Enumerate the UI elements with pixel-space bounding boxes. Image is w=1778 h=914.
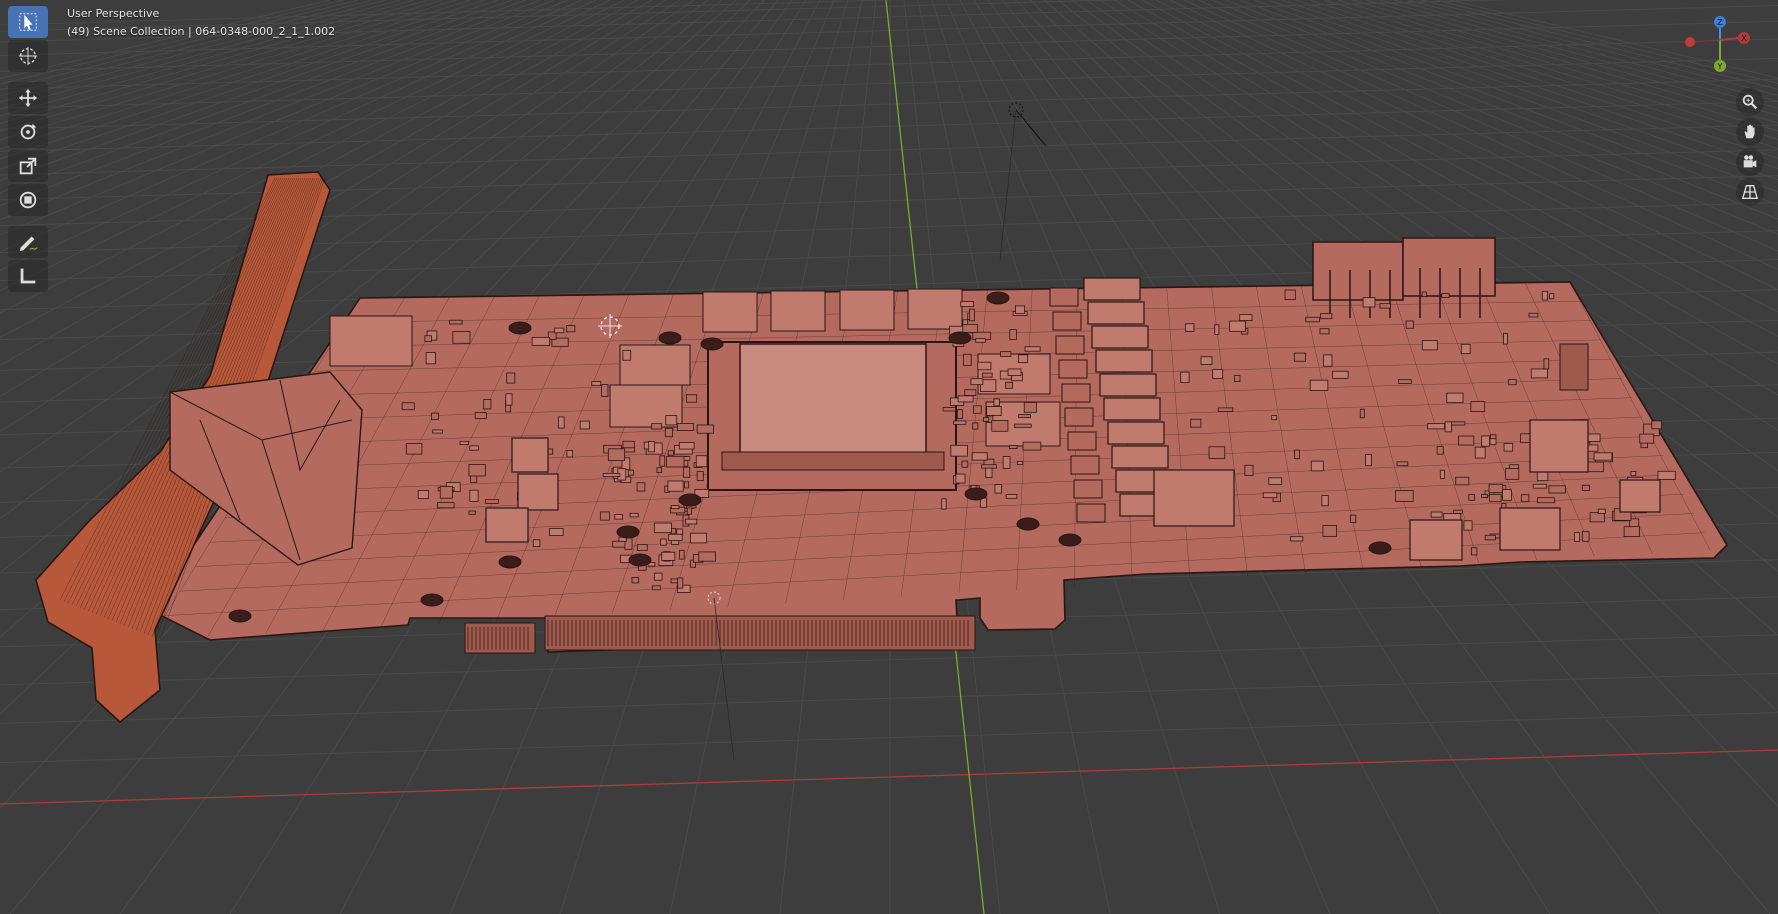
3d-viewport[interactable]: User Perspective (49) Scene Collection |… (0, 0, 1778, 914)
cursor-icon (19, 13, 37, 31)
move-icon (18, 88, 38, 108)
camera-view-button[interactable] (1736, 148, 1764, 176)
zoom-button[interactable] (1736, 88, 1764, 116)
annotate-tool[interactable] (8, 226, 48, 258)
perspective-toggle-button[interactable] (1736, 178, 1764, 206)
pcb-model[interactable] (35, 171, 1729, 724)
rotate-tool[interactable] (8, 116, 48, 148)
side-connector (1559, 343, 1589, 391)
navigation-gizmo[interactable]: Z X Y (1680, 10, 1776, 80)
measure-tool[interactable] (8, 260, 48, 292)
scale-icon (19, 157, 37, 175)
memory-chip (770, 290, 826, 332)
magnifier-icon (1742, 94, 1758, 110)
power-connector-2 (1402, 237, 1496, 297)
gizmo-x-label: X (1741, 34, 1747, 43)
transform-tool[interactable] (8, 184, 48, 216)
hand-icon (1744, 124, 1755, 139)
gizmo-y-label: Y (1717, 62, 1723, 71)
memory-chip (907, 288, 963, 330)
move-tool[interactable] (8, 82, 48, 114)
scene-collection-info: (49) Scene Collection | 064-0348-000_2_1… (67, 25, 336, 38)
io-connector-top (329, 315, 413, 367)
x-axis-line (0, 749, 1778, 805)
gizmo-z-label: Z (1717, 18, 1723, 27)
cursor-tool[interactable] (8, 40, 48, 72)
pan-button[interactable] (1736, 118, 1764, 146)
tool-shelf (8, 6, 48, 294)
rotate-icon (20, 123, 37, 140)
scale-tool[interactable] (8, 150, 48, 182)
target-icon (18, 46, 38, 66)
viewport-scene[interactable] (0, 0, 1778, 914)
gizmo-neg-x-axis[interactable] (1685, 37, 1695, 47)
camera-icon (1743, 155, 1757, 168)
select-box-tool[interactable] (8, 6, 48, 38)
memory-chip (702, 291, 758, 333)
transform-icon (19, 191, 37, 209)
grid-icon (1741, 185, 1759, 199)
memory-chip (839, 289, 895, 331)
view-name: User Perspective (67, 7, 160, 20)
gpu-die-edge (721, 451, 945, 471)
ruler-icon (20, 268, 36, 284)
pencil-icon (19, 236, 38, 252)
gpu-die[interactable] (739, 343, 927, 457)
